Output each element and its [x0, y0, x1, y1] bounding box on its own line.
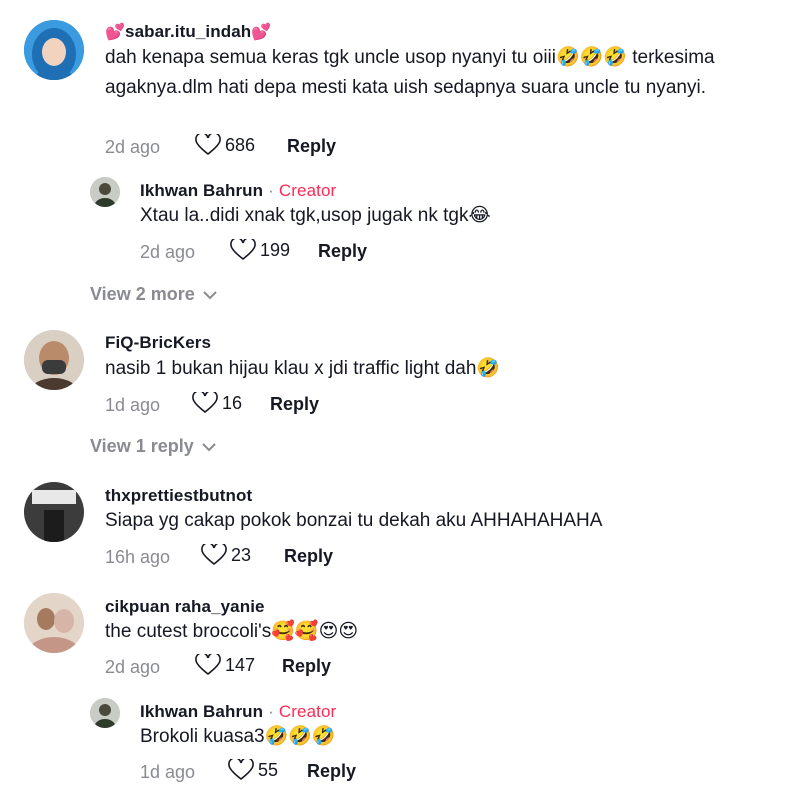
creator-badge: Creator [278, 181, 337, 200]
avatar[interactable] [24, 20, 84, 80]
reply-button[interactable]: Reply [318, 241, 367, 262]
like-count: 23 [231, 544, 252, 565]
comment-text: Xtau la..didi xnak tgk,usop jugak nk tgk… [140, 205, 491, 226]
avatar-image [24, 593, 84, 653]
heart-outline-icon [195, 134, 221, 156]
avatar-image [90, 177, 120, 207]
like-count: 199 [260, 239, 291, 260]
like-button[interactable]: 147 [195, 654, 255, 676]
view-more-replies-button[interactable]: View 1 reply [90, 436, 216, 457]
comment-text: Siapa yg cakap pokok bonzai tu dekah aku… [105, 510, 603, 531]
avatar[interactable] [24, 482, 84, 542]
avatar[interactable] [24, 330, 84, 390]
reply-button[interactable]: Reply [287, 136, 336, 157]
reply-button[interactable]: Reply [270, 394, 319, 415]
like-button[interactable]: 23 [201, 544, 251, 566]
comment-username[interactable]: Ikhwan Bahrun · Creator [140, 702, 336, 722]
avatar[interactable] [90, 698, 120, 728]
comment-text: nasib 1 bukan hijau klau x jdi traffic l… [105, 358, 501, 379]
reply-button[interactable]: Reply [284, 546, 333, 567]
comment-time: 1d ago [105, 395, 161, 415]
reply-button[interactable]: Reply [307, 761, 356, 782]
reply-button[interactable]: Reply [282, 656, 331, 677]
two-hearts-icon: 💕 [251, 24, 272, 41]
comment-text: the cutest broccoli's🥰🥰😍😍 [105, 621, 359, 642]
like-button[interactable]: 16 [192, 392, 242, 414]
like-count: 16 [222, 392, 243, 413]
comment-username[interactable]: Ikhwan Bahrun · Creator [140, 181, 336, 201]
comment-text: Brokoli kuasa3🤣🤣🤣 [140, 726, 336, 747]
like-button[interactable]: 55 [228, 759, 278, 781]
avatar-image [90, 698, 120, 728]
comment-time: 1d ago [140, 762, 196, 782]
like-count: 147 [225, 654, 256, 675]
heart-outline-icon [230, 239, 256, 261]
avatar-image [24, 330, 84, 390]
like-count: 686 [225, 134, 256, 155]
like-count: 55 [258, 759, 279, 780]
like-button[interactable]: 199 [230, 239, 290, 261]
avatar-image [24, 20, 84, 80]
comment-username[interactable]: FiQ-BricKers [105, 333, 211, 353]
chevron-down-icon [203, 290, 217, 299]
comment-text: dah kenapa semua keras tgk uncle usop ny… [105, 47, 715, 98]
comment-time: 16h ago [105, 547, 171, 567]
heart-outline-icon [228, 759, 254, 781]
avatar-image [24, 482, 84, 542]
view-more-replies-button[interactable]: View 2 more [90, 284, 217, 305]
comment-time: 2d ago [105, 137, 161, 157]
avatar[interactable] [90, 177, 120, 207]
comment-username[interactable]: cikpuan raha_yanie [105, 597, 265, 617]
chevron-down-icon [202, 442, 216, 451]
heart-outline-icon [192, 392, 218, 414]
two-hearts-icon: 💕 [105, 24, 126, 41]
like-button[interactable]: 686 [195, 134, 255, 156]
avatar[interactable] [24, 593, 84, 653]
heart-outline-icon [201, 544, 227, 566]
heart-outline-icon [195, 654, 221, 676]
comment-username[interactable]: 💕sabar.itu_indah💕 [105, 22, 271, 42]
creator-badge: Creator [278, 702, 337, 721]
comment-time: 2d ago [105, 657, 161, 677]
comment-username[interactable]: thxprettiestbutnot [105, 486, 252, 506]
comment-time: 2d ago [140, 242, 196, 262]
